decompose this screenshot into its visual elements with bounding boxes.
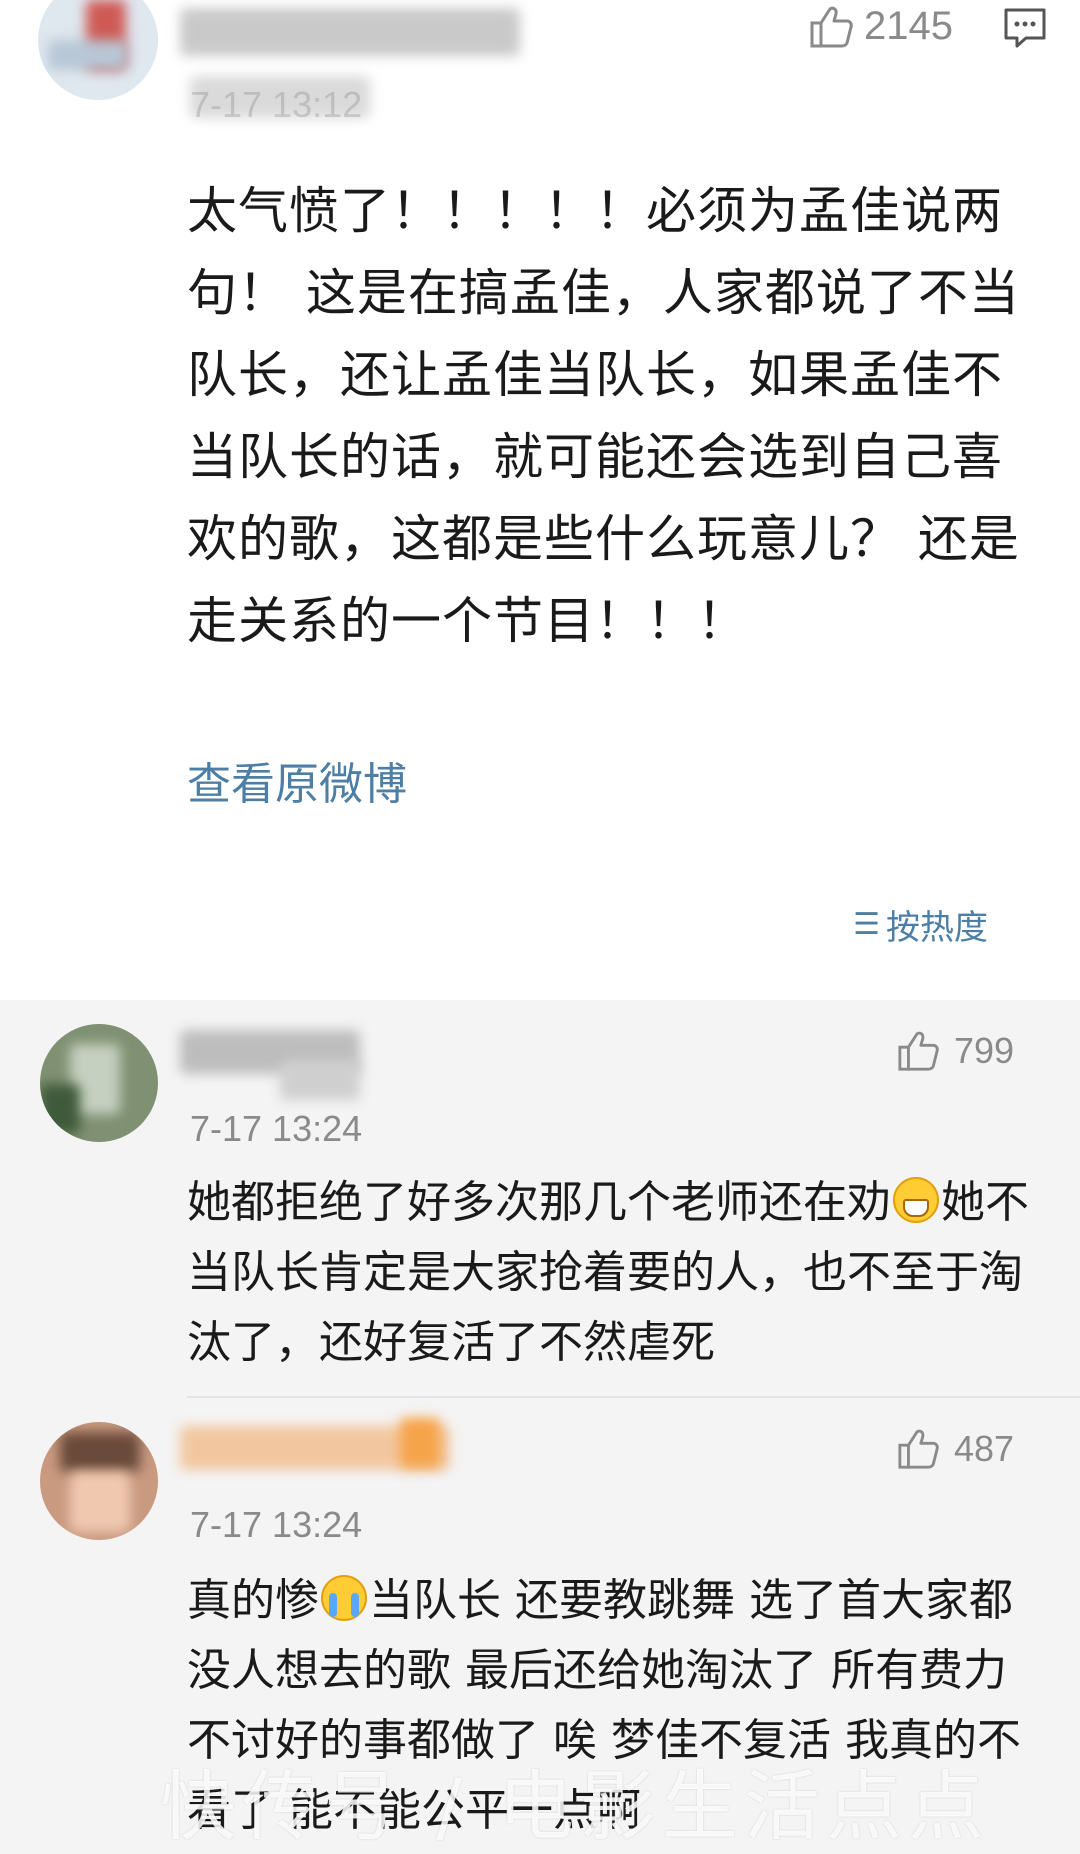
like-button[interactable]: 799 <box>896 1030 1014 1072</box>
avatar-blur <box>70 1472 130 1532</box>
reply-text: 真的惨 当队长 还要教跳舞 选了首大家都没人想去的歌 最后还给她淘汰了 所有费力不… <box>187 1566 1047 1846</box>
reply-text: 她都拒绝了好多次那几个老师还在劝 她不当队长肯定是大家抢着要的人，也不至于淘汰了，… <box>187 1168 1047 1378</box>
like-count: 487 <box>954 1428 1015 1469</box>
comment-text: 太气愤了！！！！！必须为孟佳说两句！ 这是在搞孟佳，人家都说了不当队长，还让孟佳… <box>187 182 1020 650</box>
thumbs-up-icon <box>898 1031 939 1071</box>
avatar[interactable] <box>40 1024 158 1142</box>
like-button[interactable]: 2145 <box>808 4 953 49</box>
reply-item: 7-17 13:24 487 真的惨 当队长 还要教跳舞 选了首大家都没人想去的歌… <box>0 1398 1080 1854</box>
thumbs-up-icon <box>898 1429 939 1469</box>
badge-blurred <box>400 1418 440 1468</box>
reply-time: 7-17 13:24 <box>190 1108 363 1149</box>
main-comment: 7-17 13:12 2145 太气愤了！！！！！必须为孟佳说两句！ 这是在搞孟… <box>0 0 1080 1000</box>
avatar[interactable] <box>38 0 158 100</box>
reply-time: 7-17 13:24 <box>190 1504 363 1545</box>
like-button[interactable]: 487 <box>896 1428 1014 1470</box>
avatar-blur <box>48 40 128 70</box>
like-count: 2145 <box>864 4 953 48</box>
thumbs-up-icon <box>810 6 853 47</box>
avatar-blur <box>60 1432 140 1472</box>
view-original-link[interactable]: 查看原微博 <box>187 748 407 812</box>
crying-emoji <box>321 1575 367 1621</box>
avatar[interactable] <box>40 1422 158 1540</box>
sort-label: 按热度 <box>886 908 988 948</box>
like-count: 799 <box>954 1030 1015 1071</box>
sort-icon: ☰ <box>853 907 880 942</box>
reply-list: 7-17 13:24 799 她都拒绝了好多次那几个老师还在劝 她不当队长肯定是大… <box>0 1000 1080 1854</box>
comment-icon[interactable] <box>1002 6 1048 50</box>
reply-text-part: 她都拒绝了好多次那几个老师还在劝 <box>187 1177 891 1228</box>
badge-blurred <box>280 1060 360 1100</box>
reply-text-part: 真的惨 <box>187 1575 319 1626</box>
reply-item: 7-17 13:24 799 她都拒绝了好多次那几个老师还在劝 她不当队长肯定是大… <box>0 1000 1080 1380</box>
username-blurred[interactable] <box>180 8 520 56</box>
sort-by-hot-button[interactable]: ☰ 按热度 <box>853 900 988 949</box>
avatar-blur <box>40 1084 80 1134</box>
comment-time: 7-17 13:12 <box>190 84 363 125</box>
grin-emoji <box>893 1177 939 1223</box>
